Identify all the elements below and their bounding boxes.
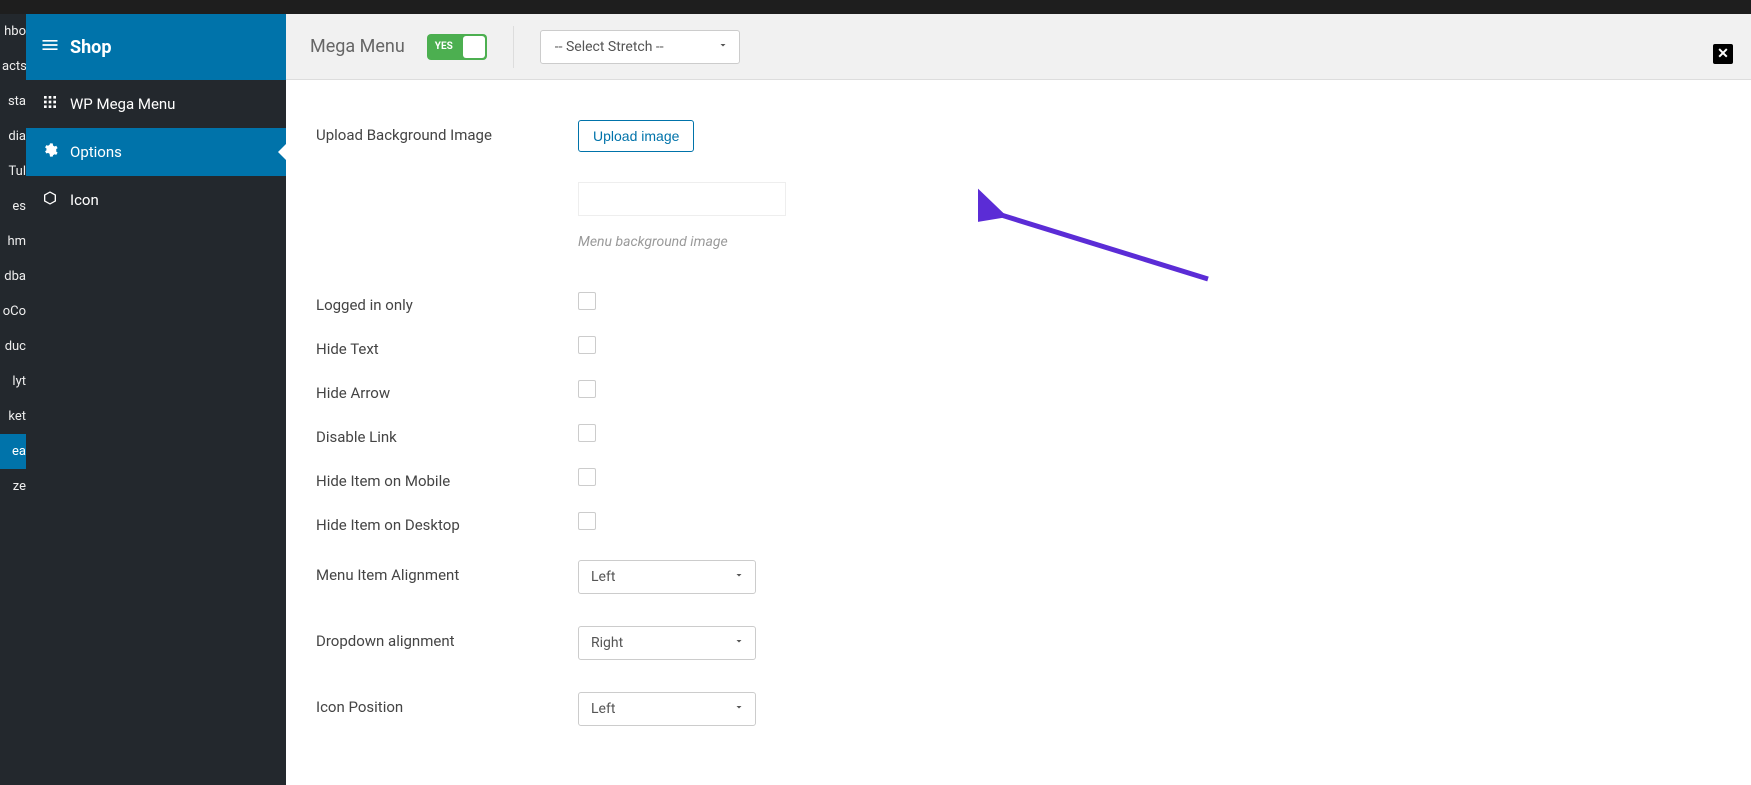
- field-label: Hide Item on Desktop: [316, 510, 578, 534]
- chevron-down-icon: [717, 39, 729, 55]
- upload-hint: Menu background image: [578, 234, 786, 250]
- chevron-down-icon: [733, 701, 745, 717]
- wp-admin-item-fragment[interactable]: hm: [0, 224, 26, 259]
- divider: [513, 26, 514, 68]
- upload-image-button[interactable]: Upload image: [578, 120, 694, 152]
- content-area: Upload Background Image Upload image Men…: [286, 80, 1751, 785]
- stretch-select[interactable]: -- Select Stretch --: [540, 30, 740, 64]
- wp-admin-item-fragment[interactable]: dia: [0, 119, 26, 154]
- mega-menu-toggle[interactable]: YES: [427, 34, 487, 60]
- field-label: Hide Text: [316, 334, 578, 358]
- wp-admin-item-fragment[interactable]: ze: [0, 469, 26, 504]
- row-disable-link: Disable Link: [316, 412, 1721, 456]
- row-dropdown-alignment: Dropdown alignment Right: [316, 610, 1721, 676]
- select-dropdown-alignment[interactable]: Right: [578, 626, 756, 660]
- modal-sidebar: Shop WP Mega Menu Options Icon: [26, 14, 286, 785]
- background-image-preview: [578, 182, 786, 216]
- gear-icon: [42, 142, 58, 162]
- row-logged-in-only: Logged in only: [316, 280, 1721, 324]
- select-value: Left: [591, 701, 615, 717]
- row-hide-arrow: Hide Arrow: [316, 368, 1721, 412]
- select-value: Right: [591, 635, 623, 651]
- wp-admin-item-fragment[interactable]: es: [0, 189, 26, 224]
- toggle-knob: [463, 36, 485, 58]
- wp-admin-sidebar-fragment: hboactsstadiaTuleshmdbaoCoduclytketeaze: [0, 14, 26, 785]
- close-button[interactable]: ✕: [1713, 44, 1733, 64]
- topbar: Mega Menu YES -- Select Stretch --: [286, 14, 1751, 80]
- wp-admin-item-fragment[interactable]: dba: [0, 259, 26, 294]
- select-icon-position[interactable]: Left: [578, 692, 756, 726]
- stretch-select-value: -- Select Stretch --: [555, 39, 664, 55]
- sidebar-item-label: Icon: [70, 191, 99, 209]
- row-hide-item-on-mobile: Hide Item on Mobile: [316, 456, 1721, 500]
- wp-admin-item-fragment[interactable]: ket: [0, 399, 26, 434]
- field-label: Hide Arrow: [316, 378, 578, 402]
- checkbox[interactable]: [578, 512, 596, 530]
- row-hide-item-on-desktop: Hide Item on Desktop: [316, 500, 1721, 544]
- wp-admin-item-fragment[interactable]: lyt: [0, 364, 26, 399]
- wp-admin-item-fragment[interactable]: oCo: [0, 294, 26, 329]
- sidebar-item-options[interactable]: Options: [26, 128, 286, 176]
- field-label: Hide Item on Mobile: [316, 466, 578, 490]
- chevron-down-icon: [733, 635, 745, 651]
- sidebar-item-icon[interactable]: Icon: [26, 176, 286, 224]
- row-upload-background: Upload Background Image Upload image Men…: [316, 110, 1721, 260]
- grid-icon: [42, 94, 58, 114]
- checkbox[interactable]: [578, 380, 596, 398]
- cube-icon: [42, 190, 58, 210]
- toggle-label: YES: [435, 34, 453, 60]
- row-hide-text: Hide Text: [316, 324, 1721, 368]
- sidebar-title: Shop: [26, 14, 286, 80]
- wp-admin-item-fragment[interactable]: ea: [0, 434, 26, 469]
- wp-admin-item-fragment[interactable]: hbo: [0, 14, 26, 49]
- chevron-down-icon: [733, 569, 745, 585]
- checkbox[interactable]: [578, 336, 596, 354]
- sidebar-item-wp-mega-menu[interactable]: WP Mega Menu: [26, 80, 286, 128]
- select-value: Left: [591, 569, 615, 585]
- field-label: Logged in only: [316, 290, 578, 314]
- field-label: Menu Item Alignment: [316, 560, 578, 584]
- select-menu-item-alignment[interactable]: Left: [578, 560, 756, 594]
- row-menu-item-alignment: Menu Item Alignment Left: [316, 544, 1721, 610]
- upload-bg-label: Upload Background Image: [316, 120, 578, 144]
- sidebar-item-label: Options: [70, 143, 122, 161]
- field-label: Dropdown alignment: [316, 626, 578, 650]
- wp-admin-item-fragment[interactable]: acts: [0, 49, 26, 84]
- topbar-title: Mega Menu: [310, 36, 405, 57]
- field-label: Disable Link: [316, 422, 578, 446]
- wp-admin-item-fragment[interactable]: Tul: [0, 154, 26, 189]
- sidebar-item-label: WP Mega Menu: [70, 95, 175, 113]
- checkbox[interactable]: [578, 292, 596, 310]
- checkbox[interactable]: [578, 468, 596, 486]
- sidebar-title-text: Shop: [70, 37, 111, 58]
- wp-admin-item-fragment[interactable]: sta: [0, 84, 26, 119]
- row-icon-position: Icon Position Left: [316, 676, 1721, 742]
- field-label: Icon Position: [316, 692, 578, 716]
- modal-main: ✕ Mega Menu YES -- Select Stretch --: [286, 14, 1751, 785]
- hamburger-icon: [40, 35, 60, 60]
- wp-admin-item-fragment[interactable]: duc: [0, 329, 26, 364]
- checkbox[interactable]: [578, 424, 596, 442]
- mega-menu-modal: Shop WP Mega Menu Options Icon ✕ Mega Me…: [26, 14, 1751, 785]
